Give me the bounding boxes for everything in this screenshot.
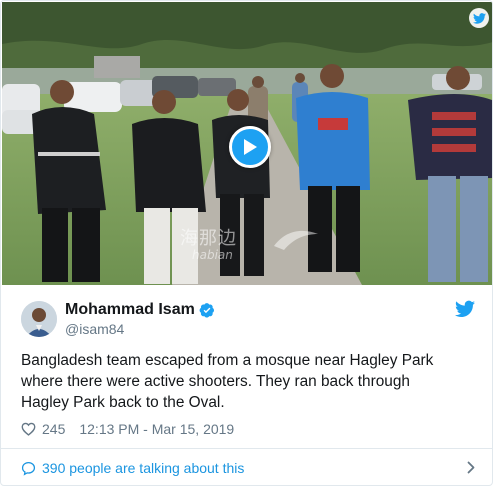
author-handle[interactable]: @isam84 bbox=[65, 321, 124, 337]
play-icon bbox=[244, 139, 257, 155]
like-count[interactable]: 245 bbox=[42, 421, 65, 437]
twitter-bird-icon bbox=[472, 12, 486, 24]
watermark-swoosh-icon bbox=[274, 230, 318, 250]
author-display-name[interactable]: Mohammad Isam bbox=[65, 301, 195, 319]
conversation-link[interactable]: 390 people are talking about this bbox=[21, 458, 481, 478]
tweet-text-line: Hagley Park back to the Oval. bbox=[21, 394, 225, 411]
verified-badge-icon bbox=[199, 303, 214, 318]
author-avatar[interactable] bbox=[21, 301, 57, 337]
speech-bubble-icon bbox=[21, 461, 36, 476]
avatar-image bbox=[21, 301, 57, 337]
watermark-en-text: habian bbox=[192, 248, 233, 262]
twitter-bird-icon[interactable] bbox=[455, 300, 475, 318]
tweet-text-line: Bangladesh team escaped from a mosque ne… bbox=[21, 352, 434, 369]
tweet-meta-row: 245 12:13 PM - Mar 15, 2019 bbox=[21, 420, 234, 438]
embedded-tweet-card: 海那边 habian Mohammad Isam @isam84 Banglad… bbox=[0, 0, 493, 486]
video-watermark: 海那边 habian bbox=[180, 224, 330, 268]
tweet-video[interactable]: 海那边 habian bbox=[2, 2, 492, 285]
footer-divider bbox=[1, 448, 492, 449]
chevron-right-icon[interactable] bbox=[467, 461, 475, 474]
tweet-text: Bangladesh team escaped from a mosque ne… bbox=[21, 350, 481, 413]
tweet-text-line: where there were active shooters. They r… bbox=[21, 373, 410, 390]
conversation-label[interactable]: 390 people are talking about this bbox=[42, 460, 244, 476]
video-twitter-logo bbox=[469, 8, 489, 28]
tweet-timestamp[interactable]: 12:13 PM - Mar 15, 2019 bbox=[79, 421, 234, 437]
video-play-button[interactable] bbox=[229, 126, 271, 168]
heart-icon[interactable] bbox=[21, 422, 36, 436]
watermark-cn-text: 海那边 bbox=[180, 228, 237, 249]
